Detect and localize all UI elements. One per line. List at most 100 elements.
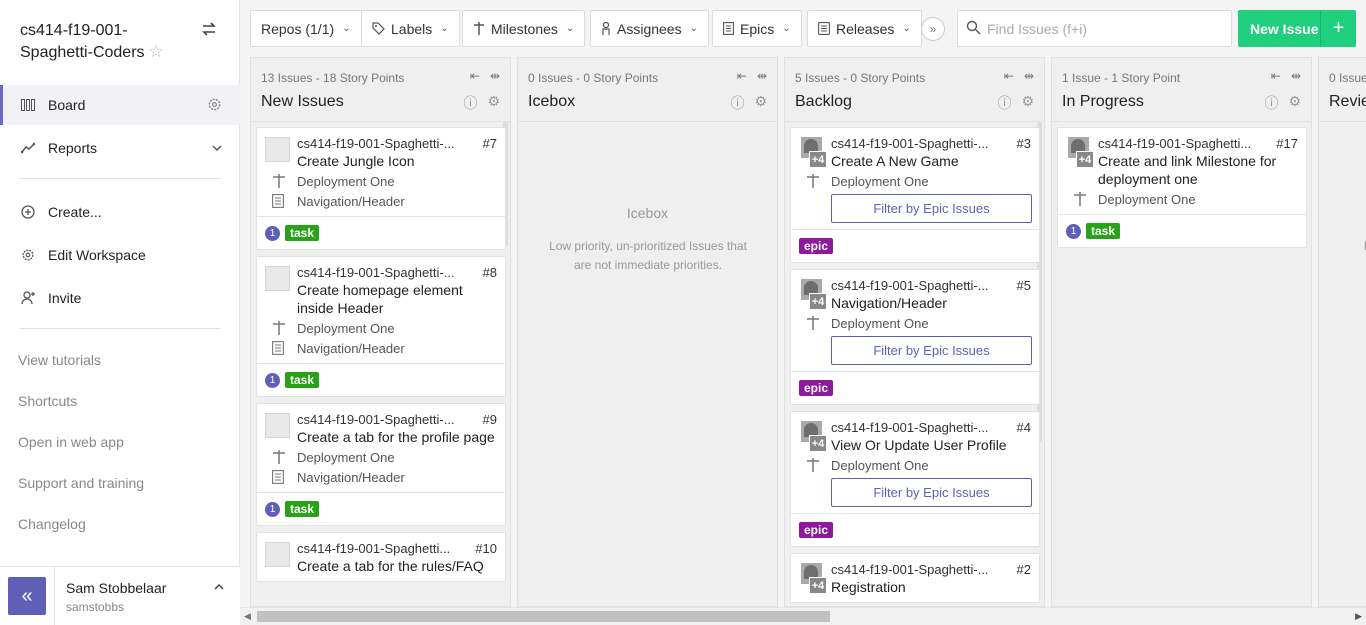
labels-filter-button[interactable]: Labels ⌄ xyxy=(361,10,460,47)
issue-card-body: cs414-f19-001-Spaghetti-... #7 Create Jun… xyxy=(257,128,505,216)
issue-card[interactable]: cs414-f19-001-Spaghetti-... #8 Create hom… xyxy=(256,256,506,397)
issue-card[interactable]: +4 cs414-f19-001-Spaghetti... #17 Create … xyxy=(1057,127,1307,248)
issue-card[interactable]: cs414-f19-001-Spaghetti-... #9 Create a t… xyxy=(256,403,506,526)
collapse-left-icon[interactable]: ⇤ xyxy=(737,69,747,83)
filter-by-epic-button[interactable]: Filter by Epic Issues xyxy=(831,478,1032,507)
repos-filter-button[interactable]: Repos (1/1) ⌄ xyxy=(250,10,362,47)
info-icon[interactable]: ⓘ xyxy=(997,93,1011,113)
pipeline-header: 1 Issue - 1 Story Point ⇤ ⇹ In Progress ⓘ… xyxy=(1052,58,1311,122)
nav-invite[interactable]: Invite xyxy=(0,278,240,318)
more-filters-button[interactable]: » xyxy=(921,17,945,41)
filter-by-epic-button[interactable]: Filter by Epic Issues xyxy=(831,336,1032,365)
issue-repo: cs414-f19-001-Spaghetti-... #2 xyxy=(831,562,1031,577)
collapse-pipeline-icon[interactable]: ⇹ xyxy=(757,69,767,83)
nav-board[interactable]: Board xyxy=(0,85,240,125)
issue-card-body: +4 cs414-f19-001-Spaghetti-... #4 View Or… xyxy=(791,412,1039,513)
epic-card[interactable]: +4 cs414-f19-001-Spaghetti-... #5 Navigat… xyxy=(790,269,1040,405)
gear-icon[interactable]: ⚙ xyxy=(754,93,767,113)
info-icon[interactable]: ⓘ xyxy=(730,93,744,113)
pipeline-name: Backlog xyxy=(795,93,852,110)
chevron-down-icon: ⌄ xyxy=(902,23,911,34)
milestones-filter-button[interactable]: Milestones ⌄ xyxy=(462,10,586,47)
switch-workspace-icon[interactable] xyxy=(200,20,218,38)
search-input[interactable] xyxy=(987,20,1227,37)
nav-create-label: Create... xyxy=(48,204,102,220)
collapse-left-icon[interactable]: ⇤ xyxy=(1004,69,1014,83)
label-task[interactable]: task xyxy=(285,372,320,388)
nav-reports[interactable]: Reports xyxy=(0,128,240,168)
plus-icon[interactable]: + xyxy=(1320,10,1356,47)
view-tutorials-link[interactable]: View tutorials xyxy=(18,352,101,368)
issue-card[interactable]: cs414-f19-001-Spaghetti... #10 Create a t… xyxy=(256,532,506,582)
issue-repo: cs414-f19-001-Spaghetti... #10 xyxy=(297,541,497,556)
pipeline-header-actions: ⓘ ⚙ xyxy=(997,93,1034,113)
gear-icon[interactable]: ⚙ xyxy=(1021,93,1034,113)
pipeline-header: 5 Issues - 0 Story Points ⇤ ⇹ Backlog ⓘ ⚙ xyxy=(785,58,1044,122)
user-bar: « Sam Stobbelaar samstobbs xyxy=(0,566,240,625)
empty-pipeline-title: Icebox xyxy=(626,205,669,221)
empty-pipeline-description: Low priority, un-prioritized Issues that… xyxy=(549,239,747,272)
scroll-right-icon[interactable]: ▶ xyxy=(1355,611,1362,622)
pipeline-backlog: 5 Issues - 0 Story Points ⇤ ⇹ Backlog ⓘ ⚙ … xyxy=(784,57,1045,607)
pipeline-in-progress: 1 Issue - 1 Story Point ⇤ ⇹ In Progress ⓘ… xyxy=(1051,57,1312,607)
epic-card[interactable]: +4 cs414-f19-001-Spaghetti-... #3 Create … xyxy=(790,127,1040,263)
board-horizontal-scrollbar[interactable]: ◀ ▶ xyxy=(240,607,1366,625)
collapse-sidebar-button[interactable]: « xyxy=(8,577,46,615)
sidebar-divider xyxy=(20,178,220,179)
chevron-down-icon[interactable] xyxy=(212,140,222,156)
filter-by-epic-button[interactable]: Filter by Epic Issues xyxy=(831,194,1032,223)
collapse-left-icon[interactable]: ⇤ xyxy=(1271,69,1281,83)
support-link[interactable]: Support and training xyxy=(18,475,144,491)
milestone-icon xyxy=(1073,192,1087,206)
issue-title: Create a tab for the profile page xyxy=(297,429,495,445)
collapse-pipeline-icon[interactable]: ⇹ xyxy=(1024,69,1034,83)
gear-icon[interactable] xyxy=(207,97,222,115)
scroll-left-icon[interactable]: ◀ xyxy=(244,611,251,622)
epics-label: Epics xyxy=(740,20,775,37)
gear-icon xyxy=(20,247,36,263)
pipeline-header-actions: ⓘ ⚙ xyxy=(463,93,500,113)
assignees-filter-button[interactable]: Assignees ⌄ xyxy=(590,10,709,47)
collapse-pipeline-icon[interactable]: ⇹ xyxy=(490,69,500,83)
epic-card[interactable]: +4 cs414-f19-001-Spaghetti-... #2 Registr… xyxy=(790,553,1040,603)
issue-card-footer: epic xyxy=(791,371,1039,404)
gear-icon[interactable]: ⚙ xyxy=(1288,93,1301,113)
nav-create[interactable]: Create... xyxy=(0,192,240,232)
info-icon[interactable]: ⓘ xyxy=(463,93,477,113)
epic-card[interactable]: +4 cs414-f19-001-Spaghetti-... #4 View Or… xyxy=(790,411,1040,547)
info-icon[interactable]: ⓘ xyxy=(1264,93,1278,113)
new-issue-button[interactable]: New Issue + xyxy=(1238,10,1356,47)
avatar xyxy=(265,413,290,438)
epic-icon xyxy=(272,341,286,355)
scrollbar-thumb[interactable] xyxy=(257,611,830,622)
nav-edit-workspace[interactable]: Edit Workspace xyxy=(0,235,240,275)
changelog-link[interactable]: Changelog xyxy=(18,516,86,532)
label-epic[interactable]: epic xyxy=(799,380,834,396)
chevron-up-icon[interactable] xyxy=(214,581,224,595)
label-task[interactable]: task xyxy=(285,225,320,241)
issue-card-body: +4 cs414-f19-001-Spaghetti-... #5 Navigat… xyxy=(791,270,1039,371)
shortcuts-link[interactable]: Shortcuts xyxy=(18,393,77,409)
milestone-icon xyxy=(272,321,286,335)
gear-icon[interactable]: ⚙ xyxy=(487,93,500,113)
label-task[interactable]: task xyxy=(1086,223,1121,239)
issue-title: Registration xyxy=(831,579,906,595)
workspace-title[interactable]: cs414-f19-001-Spaghetti-Coders ☆ xyxy=(20,20,190,63)
label-task[interactable]: task xyxy=(285,501,320,517)
releases-filter-button[interactable]: Releases ⌄ xyxy=(807,10,922,47)
label-epic[interactable]: epic xyxy=(799,522,834,538)
pipeline-new-issues: 13 Issues - 18 Story Points ⇤ ⇹ New Issue… xyxy=(250,57,511,607)
star-icon[interactable]: ☆ xyxy=(149,42,164,61)
collapse-left-icon[interactable]: ⇤ xyxy=(470,69,480,83)
collapse-pipeline-icon[interactable]: ⇹ xyxy=(1291,69,1301,83)
label-epic[interactable]: epic xyxy=(799,238,834,254)
epics-filter-button[interactable]: Epics ⌄ xyxy=(712,10,802,47)
chevron-down-icon: ⌄ xyxy=(565,23,575,34)
issue-card-body: cs414-f19-001-Spaghetti-... #9 Create a t… xyxy=(257,404,505,492)
user-bar-divider xyxy=(54,567,55,625)
user-name[interactable]: Sam Stobbelaar xyxy=(66,580,166,596)
search-box[interactable] xyxy=(957,10,1232,47)
open-web-app-link[interactable]: Open in web app xyxy=(18,434,124,450)
nav-edit-workspace-label: Edit Workspace xyxy=(48,247,146,263)
issue-card[interactable]: cs414-f19-001-Spaghetti-... #7 Create Jun… xyxy=(256,127,506,250)
